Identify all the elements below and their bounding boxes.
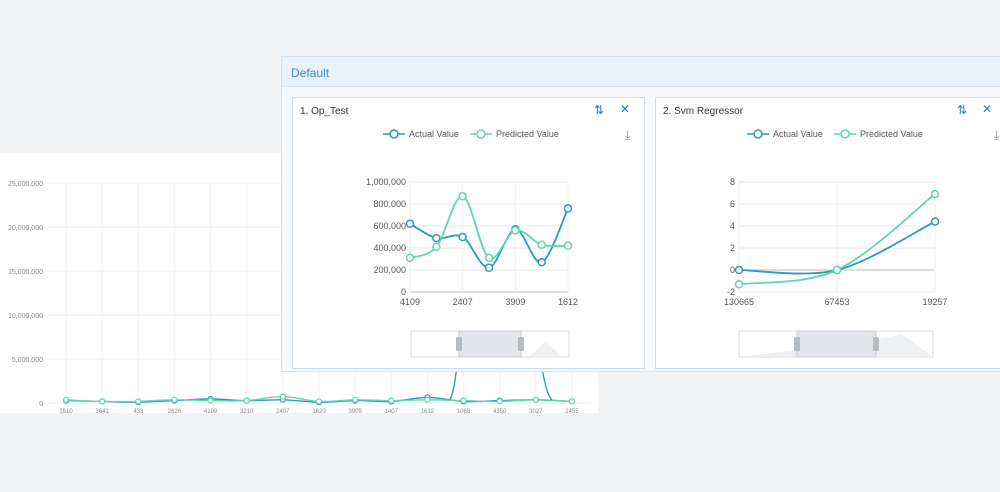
chart-card-svm-regressor: 2. Svm Regressor ⇅ ✕ ⤓ Actual Value Predi…: [655, 97, 1000, 369]
data-point: [171, 396, 178, 403]
x-tick-label: 130665: [724, 297, 754, 307]
y-tick-label: 15,000,000: [8, 269, 43, 276]
default-panel-header: Default: [282, 57, 1000, 87]
zoom-slider-selection: [796, 330, 877, 358]
legend-label: Actual Value: [773, 129, 823, 139]
x-tick-label: 1610: [59, 409, 73, 413]
zoom-slider-handle[interactable]: [794, 337, 800, 351]
data-point: [458, 232, 467, 242]
zoom-slider-handle[interactable]: [873, 337, 879, 351]
x-tick-label: 3641: [96, 409, 110, 413]
data-point: [563, 241, 573, 251]
zoom-slider-handle[interactable]: [518, 337, 524, 351]
data-point: [930, 189, 940, 199]
y-tick-label: 800,000: [373, 199, 406, 209]
legend-swatch-marker: [753, 129, 763, 139]
data-point: [563, 204, 573, 213]
x-tick-label: 1068: [457, 409, 471, 413]
x-tick-label: 1612: [421, 409, 435, 413]
y-tick-label: 25,000,000: [8, 181, 43, 188]
x-tick-label: 2407: [276, 409, 290, 413]
y-tick-label: 0: [39, 401, 43, 408]
y-tick-label: 1,000,000: [366, 177, 406, 187]
y-tick-label: -2: [727, 287, 735, 297]
chart-card-op-test: 1. Op_Test ⇅ ✕ ⤓ Actual Value Predicted V…: [292, 97, 645, 369]
x-tick-label: 4350: [493, 409, 507, 413]
y-tick-label: 2: [730, 243, 735, 253]
data-point: [243, 397, 250, 404]
y-tick-label: 400,000: [373, 243, 406, 253]
data-point: [405, 253, 415, 263]
x-tick-label: 2626: [168, 409, 182, 413]
legend-swatch-marker: [476, 129, 486, 139]
data-point: [388, 397, 395, 404]
data-point: [484, 253, 494, 263]
legend-swatch-marker: [840, 129, 850, 139]
data-point: [432, 233, 441, 243]
panel-title: Default: [291, 66, 330, 80]
data-point: [537, 258, 546, 267]
x-tick-label: 1407: [385, 409, 399, 413]
chart-svm-regressor: Actual Value Predicted Value -2 0 2 4 6 8 130665…: [724, 129, 948, 358]
x-tick-label: 2455: [565, 409, 579, 413]
y-tick-label: 0: [730, 265, 735, 275]
x-tick-label: 4109: [400, 297, 420, 307]
y-tick-label: 8: [730, 177, 735, 187]
data-point: [458, 192, 467, 201]
zoom-slider-handle[interactable]: [456, 337, 462, 351]
x-tick-label: 3027: [529, 409, 543, 413]
y-tick-label: 6: [730, 199, 735, 209]
data-point: [568, 398, 576, 405]
chart-op-test: Actual Value Predicted Value 0 200,000 400,0…: [366, 129, 578, 358]
data-point: [352, 396, 359, 403]
y-tick-label: 5,000,000: [12, 357, 43, 364]
x-tick-label: 4109: [204, 409, 218, 413]
data-point: [532, 396, 539, 403]
data-point: [405, 219, 415, 229]
legend-label: Predicted Value: [496, 129, 559, 139]
data-point: [537, 240, 546, 249]
data-point: [99, 398, 106, 405]
x-tick-label: 433: [133, 409, 144, 413]
data-point: [832, 265, 842, 275]
y-tick-label: 10,000,000: [8, 313, 43, 320]
default-panel: Default 1. Op_Test ⇅ ✕ ⤓ Actual Value Pre…: [281, 56, 1000, 372]
y-tick-label: 600,000: [373, 221, 406, 231]
data-point: [496, 398, 503, 405]
data-point: [734, 265, 744, 275]
data-point: [315, 398, 323, 405]
x-tick-label: 19257: [922, 297, 947, 307]
x-tick-label: 3909: [348, 409, 362, 413]
data-point: [279, 393, 286, 400]
zoom-slider-selection: [458, 330, 522, 358]
legend-label: Actual Value: [409, 129, 459, 139]
x-tick-label: 2407: [453, 297, 473, 307]
x-tick-label: 1620: [312, 409, 326, 413]
x-tick-label: 1612: [558, 297, 578, 307]
y-tick-label: 4: [730, 221, 735, 231]
data-point: [135, 398, 142, 405]
x-tick-label: 3210: [240, 409, 254, 413]
data-point: [460, 397, 467, 404]
data-point: [432, 242, 441, 252]
data-point: [207, 397, 214, 404]
data-point: [930, 217, 940, 226]
y-tick-label: 20,000,000: [8, 225, 43, 232]
y-tick-label: 200,000: [373, 265, 406, 275]
data-point: [511, 226, 520, 235]
data-point: [484, 263, 494, 273]
x-tick-label: 3909: [505, 297, 525, 307]
y-tick-label: 0: [401, 287, 406, 297]
data-point: [734, 280, 744, 289]
data-point: [62, 396, 70, 403]
data-point: [424, 396, 431, 403]
legend-swatch-marker: [389, 129, 399, 139]
x-tick-label: 67453: [824, 297, 849, 307]
legend-label: Predicted Value: [860, 129, 923, 139]
